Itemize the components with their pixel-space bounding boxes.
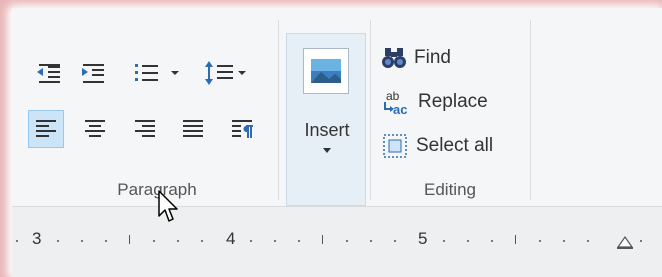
ruler[interactable]: 3 4 5 [12,207,662,277]
right-indent-marker[interactable] [616,235,634,256]
ruler-dot [177,240,179,242]
ruler-dot [491,240,493,242]
ruler-dot [640,240,642,242]
ruler-dot [346,240,348,242]
justify-button[interactable] [176,112,210,146]
ribbon: Paragraph Insert Find ab ac Replace Sele… [12,8,662,206]
ruler-dot [250,240,252,242]
line-spacing-icon [205,61,246,85]
paragraph-group-label: Paragraph [117,180,197,199]
align-left-icon [36,120,56,137]
mouse-cursor-icon [158,190,182,229]
ruler-dot [57,240,59,242]
editing-group-label: Editing [424,180,476,199]
align-right-icon [135,120,155,137]
ruler-dot [443,240,445,242]
select-all-label: Select all [416,135,494,156]
align-left-button[interactable] [28,110,64,148]
ruler-dot [370,240,372,242]
ruler-number: 5 [418,229,428,248]
align-center-button[interactable] [78,112,112,146]
ruler-dot [81,240,83,242]
ruler-number: 4 [226,229,236,248]
increase-indent-icon[interactable] [76,59,110,89]
line-spacing-dropdown[interactable] [202,56,256,90]
svg-text:ac: ac [393,102,407,116]
replace-button[interactable]: ab ac Replace [382,88,488,116]
ruler-tick [322,235,323,244]
paragraph-settings-icon [232,120,253,138]
wordpad-window: Paragraph Insert Find ab ac Replace Sele… [12,8,662,277]
ruler-dot [298,240,300,242]
replace-label: Replace [418,91,488,112]
find-label: Find [414,47,451,68]
insert-picture-button[interactable]: Insert [286,33,366,206]
select-all-button[interactable]: Select all [382,132,493,160]
ruler-dot [467,240,469,242]
ruler-tick [129,235,130,244]
indent-marker-icon [616,235,634,249]
ruler-dot [394,240,396,242]
bullets-icon [135,64,179,81]
select-all-icon [383,134,407,158]
ruler-dot [105,240,107,242]
ruler-dot [587,240,589,242]
bullets-dropdown[interactable] [128,58,188,88]
ruler-dot [16,240,18,242]
find-button[interactable]: Find [382,44,451,72]
insert-label: Insert [304,120,350,140]
ruler-dot [153,240,155,242]
picture-icon [303,48,349,94]
ruler-dot [201,240,203,242]
ruler-number: 3 [32,229,42,248]
ruler-dot [563,240,565,242]
replace-icon: ab ac [384,89,407,116]
group-divider [530,20,531,200]
ruler-tick [515,235,516,244]
group-divider [278,20,279,200]
align-center-icon [85,120,105,137]
decrease-indent-icon[interactable] [32,59,66,89]
ruler-dot [274,240,276,242]
align-right-button[interactable] [128,112,162,146]
paragraph-settings-button[interactable] [226,112,260,146]
justify-icon [183,120,203,137]
svg-text:ab: ab [386,89,400,103]
ruler-dot [539,240,541,242]
binoculars-icon [382,48,406,68]
chevron-down-icon [323,148,331,153]
group-divider [370,20,371,200]
